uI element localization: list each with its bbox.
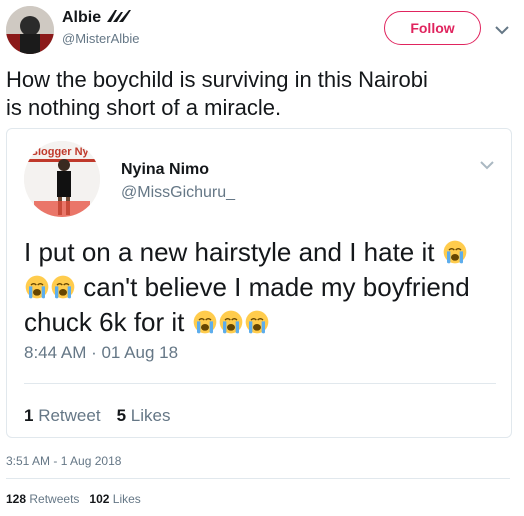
- quoted-likes[interactable]: 5 Likes: [117, 406, 171, 426]
- author-name[interactable]: Albie: [62, 9, 101, 27]
- tweet-timestamp[interactable]: 3:51 AM - 1 Aug 2018: [6, 454, 121, 468]
- crying-face-icon: [25, 273, 49, 297]
- retweets-count: 128: [6, 492, 27, 506]
- crying-face-icon: [51, 273, 75, 297]
- retweets-label: Retweets: [29, 492, 80, 506]
- quoted-text-part: I put on a new hairstyle and I hate it: [24, 237, 435, 267]
- quoted-retweets-count: 1: [24, 406, 34, 425]
- likes-label: Likes: [112, 492, 141, 506]
- quoted-author-handle[interactable]: @MissGichuru_: [121, 184, 235, 202]
- likes-stat[interactable]: 102 Likes: [89, 492, 140, 506]
- divider: [6, 478, 510, 479]
- quoted-likes-count: 5: [116, 406, 127, 425]
- avatar-backdrop-text: Blogger Ny: [30, 146, 90, 158]
- retweets-stat[interactable]: 128 Retweets: [6, 492, 79, 506]
- quoted-retweets-label: Retweet: [38, 406, 101, 425]
- likes-count: 102: [89, 492, 110, 506]
- quoted-likes-label: Likes: [130, 406, 171, 425]
- verified-icon: [107, 9, 132, 27]
- crying-face-icon: [219, 308, 243, 332]
- author-handle[interactable]: @MisterAlbie: [62, 31, 140, 46]
- divider: [24, 383, 496, 384]
- crying-face-icon: [443, 238, 467, 262]
- crying-face-icon: [245, 308, 269, 332]
- tweet-stats: 128 Retweets 102 Likes: [6, 492, 141, 506]
- tweet-text: How the boychild is surviving in this Na…: [6, 66, 516, 122]
- tweet-text-line: How the boychild is surviving in this Na…: [6, 67, 428, 92]
- chevron-down-icon[interactable]: [495, 22, 509, 35]
- quoted-tweet-text: I put on a new hairstyle and I hate it c…: [24, 235, 504, 340]
- crying-face-icon: [193, 308, 217, 332]
- quoted-tweet-card[interactable]: Blogger Ny Nyina Nimo @MissGichuru_ I pu…: [6, 128, 512, 438]
- follow-button[interactable]: Follow: [384, 11, 481, 45]
- quoted-author-name[interactable]: Nyina Nimo: [121, 161, 209, 179]
- tweet-header: Albie @MisterAlbie Follow: [0, 0, 524, 62]
- chevron-down-icon[interactable]: [480, 157, 494, 170]
- quoted-timestamp[interactable]: 8:44 AM · 01 Aug 18: [24, 343, 178, 363]
- quoted-text-part: can't believe I made my boyfriend: [83, 272, 470, 302]
- quoted-text-part: chuck 6k for it: [24, 307, 185, 337]
- author-avatar[interactable]: [6, 6, 54, 54]
- quoted-stats: 1 Retweet 5 Likes: [24, 406, 170, 426]
- quoted-retweets[interactable]: 1 Retweet: [24, 406, 101, 426]
- quoted-author-avatar[interactable]: Blogger Ny: [24, 141, 100, 217]
- tweet-text-line: is nothing short of a miracle.: [6, 95, 282, 120]
